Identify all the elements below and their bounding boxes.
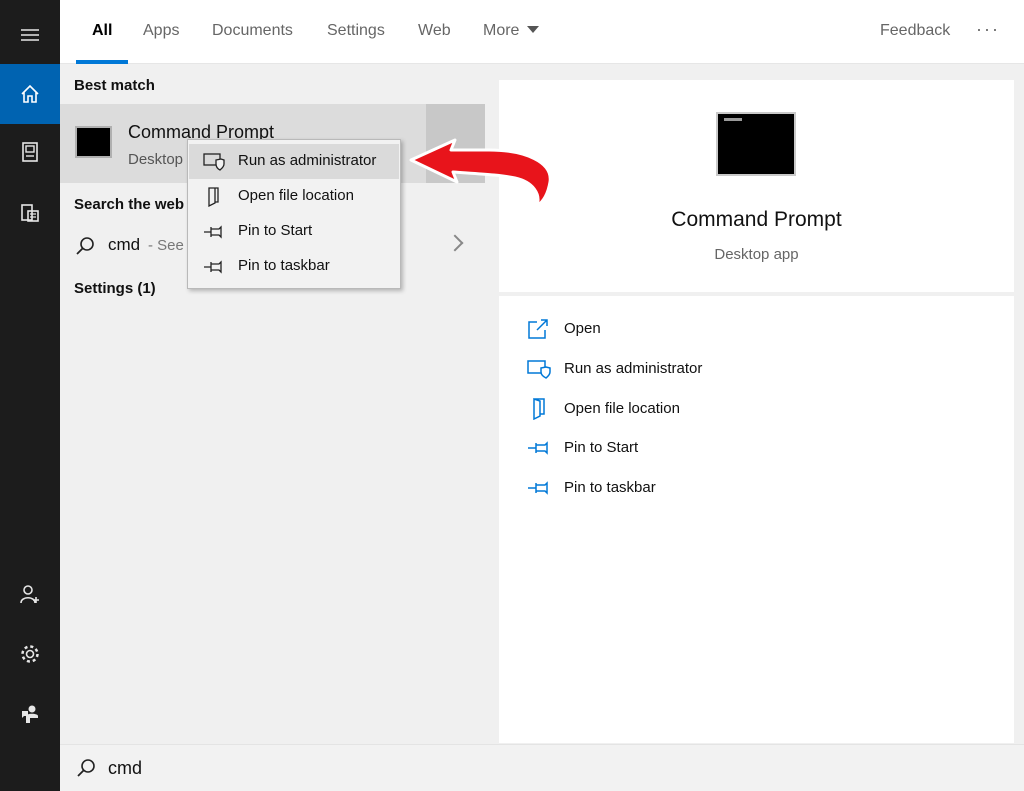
context-menu: Run as administrator Open file location … <box>187 139 401 289</box>
tab-apps[interactable]: Apps <box>141 0 181 64</box>
feedback-link[interactable]: Feedback <box>878 0 952 64</box>
ctx-pin-to-taskbar[interactable]: Pin to taskbar <box>189 249 399 284</box>
best-match-heading: Best match <box>74 77 155 94</box>
documents-button[interactable] <box>0 122 60 182</box>
folder-icon <box>533 398 545 420</box>
action-run-as-administrator[interactable]: Run as administrator <box>499 352 1014 388</box>
search-box[interactable]: cmd <box>60 744 1024 791</box>
devices-button[interactable] <box>0 183 60 243</box>
action-label: Pin to Start <box>564 439 639 456</box>
tab-all[interactable]: All <box>75 0 130 64</box>
ctx-open-file-location[interactable]: Open file location <box>189 179 399 214</box>
ctx-item-label: Open file location <box>238 187 354 204</box>
hamburger-icon <box>21 29 39 41</box>
command-prompt-large-icon <box>716 112 796 176</box>
tab-web[interactable]: Web <box>416 0 453 64</box>
search-icon <box>76 237 94 255</box>
action-pin-to-taskbar[interactable]: Pin to taskbar <box>499 471 1014 507</box>
home-button[interactable] <box>0 64 60 124</box>
ctx-run-as-administrator[interactable]: Run as administrator <box>189 144 399 179</box>
pin-icon <box>204 260 222 274</box>
filter-tab-bar: All Apps Documents Settings Web More Fee… <box>60 0 1024 64</box>
search-icon <box>77 759 95 777</box>
tab-documents[interactable]: Documents <box>210 0 295 64</box>
chevron-right-icon <box>446 234 464 252</box>
command-prompt-icon <box>75 126 112 158</box>
action-label: Pin to taskbar <box>564 479 656 496</box>
tab-settings[interactable]: Settings <box>325 0 387 64</box>
preview-pane: Command Prompt Desktop app Open Run as a… <box>485 64 1024 744</box>
preview-header-card: Command Prompt Desktop app <box>499 80 1014 292</box>
action-open-file-location[interactable]: Open file location <box>499 392 1014 428</box>
open-icon <box>528 319 548 339</box>
preview-title: Command Prompt <box>671 208 842 231</box>
settings-button[interactable] <box>0 624 60 684</box>
caret-down-icon <box>527 26 540 33</box>
gear-icon <box>21 645 39 663</box>
hamburger-menu-button[interactable] <box>0 5 60 65</box>
search-web-heading: Search the web <box>74 196 185 213</box>
red-pointer-arrow-icon <box>409 138 552 207</box>
settings-heading[interactable]: Settings (1) <box>74 280 156 297</box>
action-label: Open <box>564 320 601 337</box>
ctx-item-label: Pin to taskbar <box>238 257 330 274</box>
action-label: Open file location <box>564 400 680 417</box>
shield-icon <box>527 360 551 379</box>
action-label: Run as administrator <box>564 360 703 377</box>
folder-icon <box>208 187 219 207</box>
feedback-icon <box>22 705 38 723</box>
notebook-icon <box>22 142 38 162</box>
more-options-button[interactable]: ··· <box>976 0 1000 64</box>
ctx-item-label: Run as administrator <box>238 152 377 169</box>
devices-icon <box>21 204 39 222</box>
tab-more-label: More <box>483 22 520 39</box>
preview-subtitle: Desktop app <box>714 246 799 263</box>
feedback-hub-button[interactable] <box>0 684 60 744</box>
shield-icon <box>203 153 225 171</box>
pin-icon <box>204 225 222 239</box>
web-query-text: cmd <box>108 235 141 254</box>
search-input[interactable]: cmd <box>108 758 142 779</box>
left-rail <box>0 0 60 791</box>
ctx-pin-to-start[interactable]: Pin to Start <box>189 214 399 249</box>
preview-actions-list: Open Run as administrator Open file loca… <box>499 296 1014 743</box>
add-user-icon <box>20 585 39 604</box>
account-button[interactable] <box>0 564 60 624</box>
action-open[interactable]: Open <box>499 312 1014 348</box>
ctx-item-label: Pin to Start <box>238 222 313 239</box>
pin-icon <box>528 441 548 455</box>
home-icon <box>21 84 39 103</box>
action-pin-to-start[interactable]: Pin to Start <box>499 431 1014 467</box>
tab-more[interactable]: More <box>481 0 541 64</box>
pin-icon <box>528 481 548 495</box>
